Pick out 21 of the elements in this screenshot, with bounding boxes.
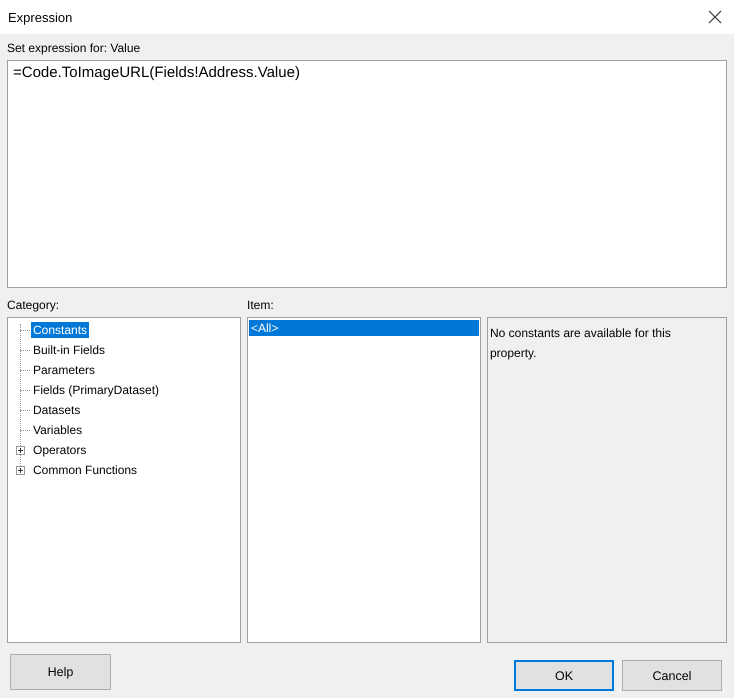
window-title: Expression bbox=[8, 10, 72, 24]
dialog-button[interactable]: OK bbox=[514, 660, 614, 691]
dialog-button[interactable]: Help bbox=[10, 654, 111, 690]
category-item[interactable]: Variables bbox=[31, 422, 84, 438]
description-text: No constants are available for this property. bbox=[490, 326, 671, 360]
dialog-button[interactable]: Cancel bbox=[622, 660, 722, 691]
category-item[interactable]: Operators bbox=[31, 442, 88, 458]
category-item[interactable]: Constants bbox=[31, 322, 90, 338]
category-item[interactable]: Datasets bbox=[31, 402, 82, 418]
expand-icon[interactable] bbox=[16, 446, 25, 454]
category-item[interactable]: Common Functions bbox=[31, 462, 140, 478]
item-entry[interactable]: <All> bbox=[249, 320, 479, 336]
expand-icon[interactable] bbox=[16, 466, 25, 474]
category-item[interactable]: Fields (PrimaryDataset) bbox=[31, 382, 162, 398]
item-label: Item: bbox=[247, 297, 275, 313]
category-item[interactable]: Parameters bbox=[31, 362, 98, 378]
category-label: Category: bbox=[7, 297, 60, 313]
expression-label: Set expression for: Value bbox=[7, 40, 142, 56]
expression-field[interactable]: =Code.ToImageURL(Fields!Address.Value) bbox=[7, 60, 727, 288]
close-icon[interactable] bbox=[708, 10, 722, 24]
category-item[interactable]: Built-in Fields bbox=[31, 342, 108, 358]
